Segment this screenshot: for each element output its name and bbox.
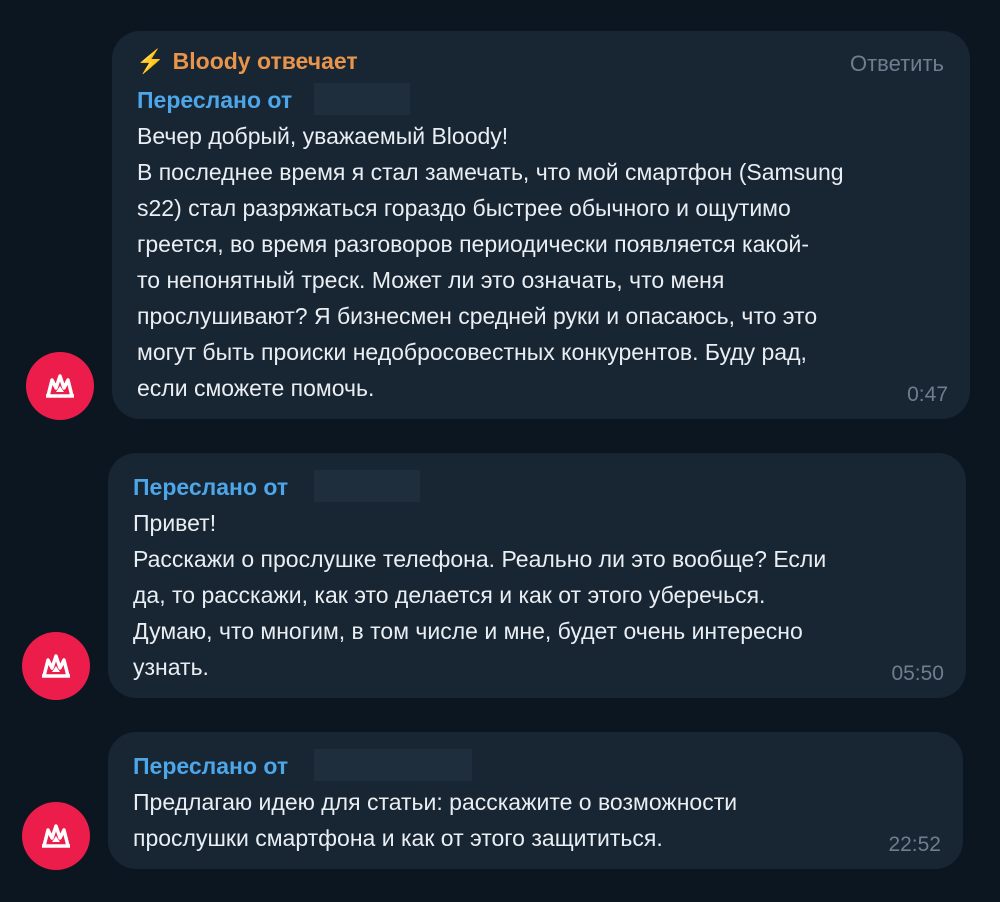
message-bubble[interactable]: ⚡ Bloody отвечает Ответить Переслано от В… xyxy=(112,31,970,419)
message-text: Предлагаю идею для статьи: расскажите о … xyxy=(133,789,738,851)
redacted-sender xyxy=(314,470,420,502)
forwarded-from-label[interactable]: Переслано от xyxy=(133,753,288,780)
sender-name[interactable]: ⚡ Bloody отвечает xyxy=(136,48,358,75)
chat-history: ⚡ Bloody отвечает Ответить Переслано от В… xyxy=(0,0,1000,902)
message-text: Вечер добрый, уважаемый Bloody! В послед… xyxy=(137,123,844,401)
avatar[interactable] xyxy=(22,802,90,870)
redacted-sender xyxy=(314,749,472,781)
forwarded-from-label[interactable]: Переслано от xyxy=(137,87,292,114)
message-bubble[interactable]: Переслано от Привет! Расскажи о прослушк… xyxy=(108,453,966,698)
lightning-icon: ⚡ xyxy=(136,48,165,74)
crown-logo-icon xyxy=(42,824,70,848)
message-bubble[interactable]: Переслано от Предлагаю идею для статьи: … xyxy=(108,732,963,869)
forwarded-from-label[interactable]: Переслано от xyxy=(133,474,288,501)
avatar[interactable] xyxy=(22,632,90,700)
message-time: 22:52 xyxy=(888,833,941,856)
message-time: 05:50 xyxy=(891,662,944,685)
crown-logo-icon xyxy=(42,654,70,678)
reply-button[interactable]: Ответить xyxy=(850,51,944,77)
redacted-sender xyxy=(314,83,410,115)
crown-logo-icon xyxy=(46,374,74,398)
avatar[interactable] xyxy=(26,352,94,420)
message-time: 0:47 xyxy=(907,383,948,406)
message-text: Привет! Расскажи о прослушке телефона. Р… xyxy=(133,510,827,680)
